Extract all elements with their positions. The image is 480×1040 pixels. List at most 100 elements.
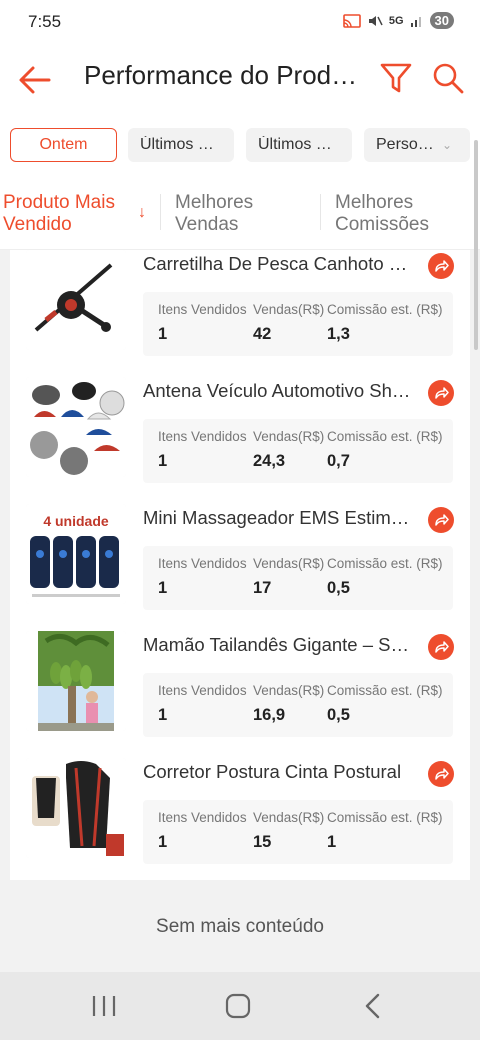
share-icon: [435, 641, 449, 653]
items-sold-value: 1: [158, 706, 168, 724]
product-thumbnail[interactable]: 4 unidade: [26, 504, 126, 604]
tab-label-line2: Comissões: [335, 214, 429, 235]
chip-label: Ontem: [39, 136, 88, 153]
share-button[interactable]: [428, 761, 454, 787]
recent-apps-icon: [92, 996, 116, 1016]
commission-value: 1: [327, 833, 337, 851]
share-button[interactable]: [428, 634, 454, 660]
product-thumbnail[interactable]: [26, 631, 126, 731]
commission-value: 1,3: [327, 325, 350, 343]
product-thumbnail[interactable]: [26, 758, 126, 858]
share-icon: [435, 387, 449, 399]
share-icon: [435, 514, 449, 526]
system-back-button[interactable]: [352, 990, 392, 1022]
product-stats: Itens Vendidos Vendas(R$) Comissão est. …: [143, 546, 453, 610]
product-title[interactable]: Carretilha De Pesca Canhoto Pesca: [143, 253, 418, 275]
home-icon: [225, 993, 251, 1019]
share-button[interactable]: [428, 253, 454, 279]
commission-value: 0,5: [327, 579, 350, 597]
product-stats: Itens Vendidos Vendas(R$) Comissão est. …: [143, 419, 453, 483]
product-stats: Itens Vendidos Vendas(R$) Comissão est. …: [143, 292, 453, 356]
tab-label-line1: Melhores: [175, 192, 254, 213]
product-title[interactable]: Antena Veículo Automotivo Shark Fin: [143, 380, 418, 402]
chip-label: Últimos 30 dias: [258, 136, 340, 153]
date-filter-bar: Ontem Últimos 7 dias Últimos 30 dias Per…: [0, 114, 480, 176]
sales-label: Vendas(R$): [253, 302, 325, 317]
filter-icon: [380, 63, 412, 93]
chip-custom[interactable]: Personalizado ⌄: [364, 128, 470, 162]
share-icon: [435, 260, 449, 272]
product-title[interactable]: Corretor Postura Cinta Postural: [143, 761, 418, 783]
share-button[interactable]: [428, 507, 454, 533]
product-card[interactable]: Mamão Tailandês Gigante – Sementes Itens…: [10, 621, 470, 737]
recent-apps-button[interactable]: [84, 990, 124, 1022]
scrollbar[interactable]: [474, 140, 478, 350]
product-thumbnail[interactable]: [26, 377, 126, 477]
sales-value: 42: [253, 325, 272, 343]
items-sold-value: 1: [158, 325, 168, 343]
sales-value: 16,9: [253, 706, 286, 724]
commission-label: Comissão est. (R$): [327, 556, 443, 571]
sort-down-icon[interactable]: ↓: [138, 204, 146, 222]
chip-label: Personalizado: [376, 136, 434, 153]
product-thumbnail[interactable]: [26, 250, 126, 350]
mute-icon: [368, 15, 383, 26]
share-icon: [435, 768, 449, 780]
tab-best-commissions[interactable]: Melhores Comissões: [335, 192, 429, 236]
posture-brace-image: [26, 758, 126, 858]
sales-value: 15: [253, 833, 272, 851]
product-list[interactable]: Carretilha De Pesca Canhoto Pesca Itens …: [10, 250, 470, 880]
share-button[interactable]: [428, 380, 454, 406]
status-icons: 5G 30: [343, 12, 454, 29]
product-card[interactable]: Antena Veículo Automotivo Shark Fin Iten…: [10, 367, 470, 483]
sales-label: Vendas(R$): [253, 683, 325, 698]
commission-label: Comissão est. (R$): [327, 810, 443, 825]
sales-value: 17: [253, 579, 272, 597]
items-sold-value: 1: [158, 579, 168, 597]
product-title[interactable]: Mini Massageador EMS Estimulador: [143, 507, 418, 529]
page-title: Performance do Produto: [84, 60, 362, 90]
product-stats: Itens Vendidos Vendas(R$) Comissão est. …: [143, 673, 453, 737]
fishing-reel-image: [26, 250, 126, 350]
app-header: Performance do Produto: [0, 44, 480, 114]
product-title[interactable]: Mamão Tailandês Gigante – Sementes: [143, 634, 418, 656]
commission-label: Comissão est. (R$): [327, 683, 443, 698]
search-button[interactable]: [430, 60, 466, 96]
no-more-content-text: Sem mais conteúdo: [156, 916, 324, 937]
product-card[interactable]: Corretor Postura Cinta Postural Itens Ve…: [10, 748, 470, 864]
status-bar: 7:55 5G 30: [0, 0, 480, 44]
sort-tabs: Produto Mais Vendido ↓ Melhores Vendas M…: [0, 176, 480, 250]
commission-value: 0,7: [327, 452, 350, 470]
tab-label-line1: Produto Mais: [3, 192, 115, 213]
tab-divider: [320, 194, 321, 230]
items-sold-value: 1: [158, 833, 168, 851]
chip-ontem[interactable]: Ontem: [10, 128, 117, 162]
sales-label: Vendas(R$): [253, 556, 325, 571]
battery-badge: 30: [429, 12, 454, 29]
commission-label: Comissão est. (R$): [327, 302, 443, 317]
home-button[interactable]: [218, 990, 258, 1022]
items-sold-label: Itens Vendidos: [158, 683, 247, 698]
sales-label: Vendas(R$): [253, 429, 325, 444]
product-card[interactable]: 4 unidade Mini Massageador EMS Estimulad…: [10, 494, 470, 610]
items-sold-label: Itens Vendidos: [158, 429, 247, 444]
tab-label-line2: Vendido: [3, 214, 72, 235]
commission-label: Comissão est. (R$): [327, 429, 443, 444]
chip-last-7-days[interactable]: Últimos 7 dias: [128, 128, 234, 162]
arrow-left-icon: [19, 66, 51, 94]
items-sold-label: Itens Vendidos: [158, 302, 247, 317]
back-button[interactable]: [16, 60, 56, 100]
chevron-left-icon: [365, 993, 380, 1019]
list-end-footer: Sem mais conteúdo: [0, 880, 480, 972]
massager-image: 4 unidade: [26, 504, 126, 604]
tab-best-sales[interactable]: Melhores Vendas: [175, 192, 253, 236]
tab-best-selling[interactable]: Produto Mais Vendido: [3, 192, 115, 236]
chip-last-30-days[interactable]: Últimos 30 dias: [246, 128, 352, 162]
filter-button[interactable]: [378, 60, 414, 96]
chip-label: Últimos 7 dias: [140, 136, 222, 153]
tab-divider: [160, 194, 161, 230]
product-card[interactable]: Carretilha De Pesca Canhoto Pesca Itens …: [10, 250, 470, 356]
sales-label: Vendas(R$): [253, 810, 325, 825]
items-sold-value: 1: [158, 452, 168, 470]
status-time: 7:55: [28, 12, 62, 31]
